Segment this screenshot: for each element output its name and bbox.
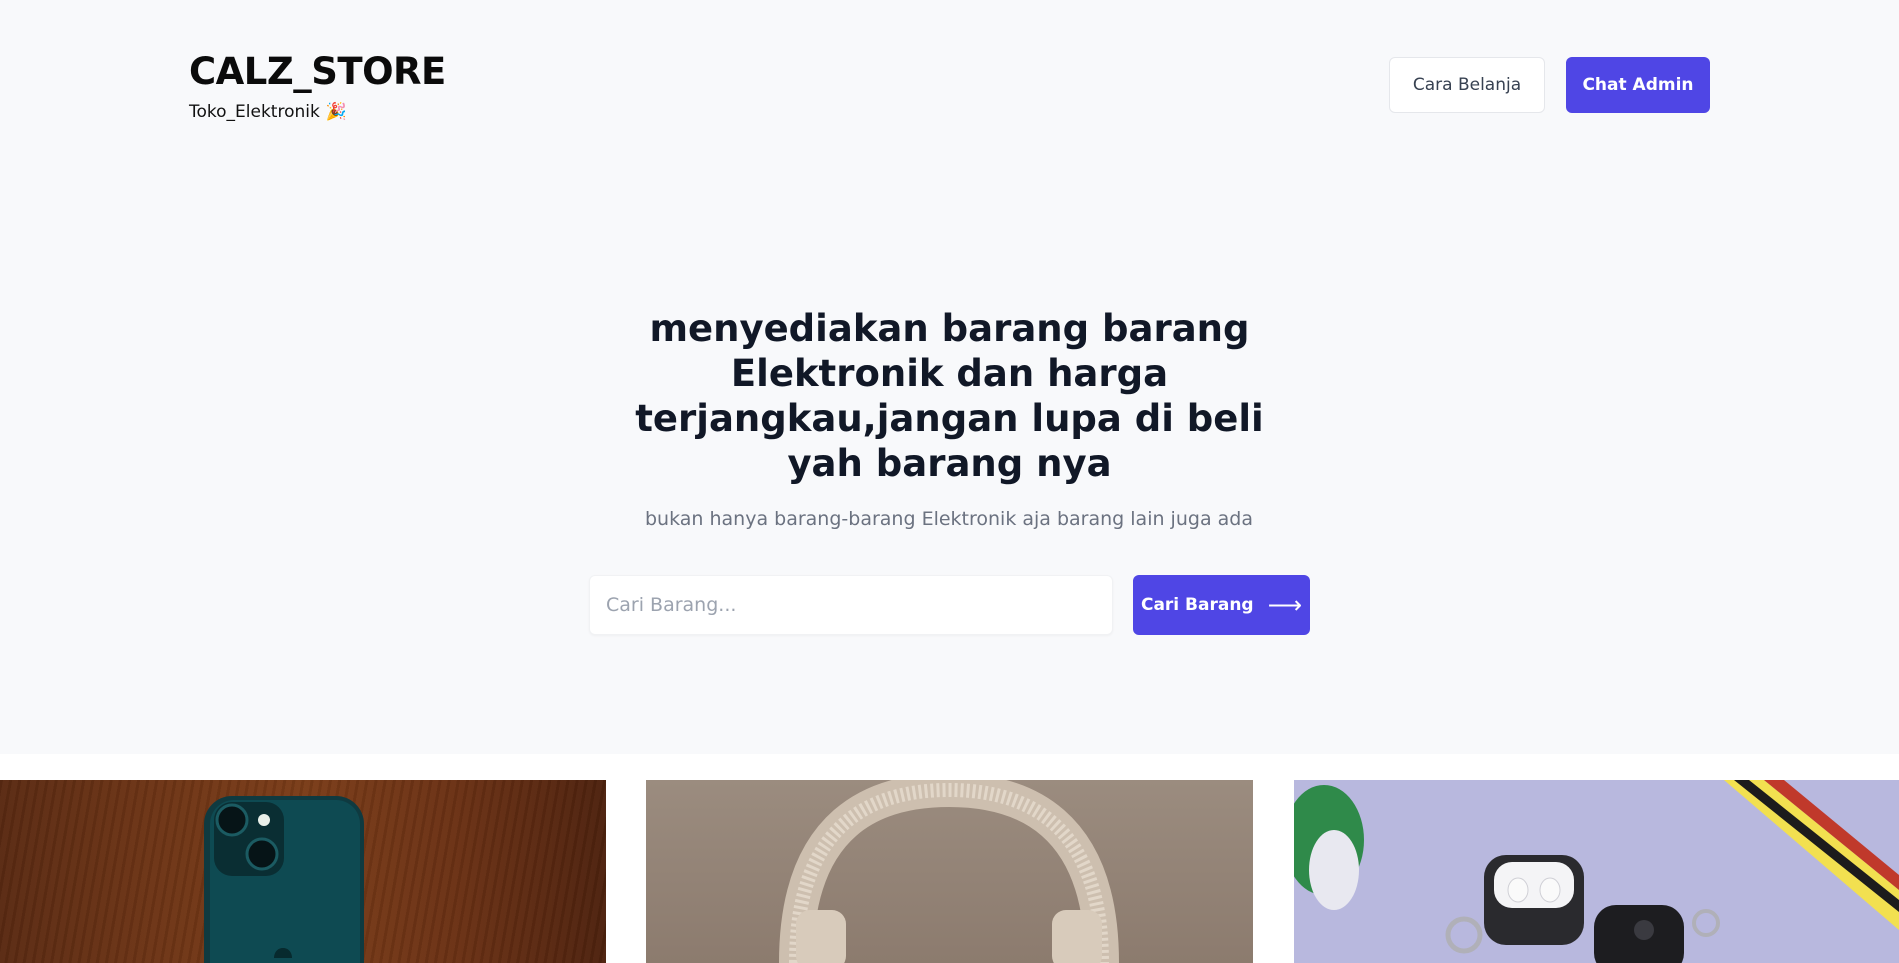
- smartphone-photo-card[interactable]: [0, 780, 606, 963]
- search-button-label: Cari Barang: [1140, 595, 1254, 615]
- brand-subtitle: Toko_Elektronik: [189, 102, 320, 122]
- brand: CALZ_STORE Toko_Elektronik 🎉: [189, 50, 446, 122]
- chat-admin-button[interactable]: Chat Admin: [1566, 57, 1710, 113]
- hero-subheadline: bukan hanya barang-barang Elektronik aja…: [645, 508, 1253, 530]
- search-input[interactable]: [589, 575, 1113, 635]
- hero-headline: menyediakan barang barang Elektronik dan…: [635, 307, 1264, 485]
- brand-logo-text[interactable]: CALZ_STORE: [189, 50, 446, 94]
- search-button[interactable]: Cari Barang ⟶: [1133, 575, 1310, 635]
- earbuds-case-photo-card[interactable]: [1294, 780, 1899, 963]
- arrow-right-icon: ⟶: [1267, 591, 1303, 619]
- headphones-photo-card[interactable]: [646, 780, 1253, 963]
- smartphone-icon: [204, 796, 364, 963]
- party-popper-icon: 🎉: [325, 102, 348, 122]
- headphones-icon: [779, 780, 1119, 963]
- earbuds-case-icon: [1294, 780, 1899, 963]
- hero-section: CALZ_STORE Toko_Elektronik 🎉 Cara Belanj…: [0, 0, 1899, 754]
- how-to-shop-button[interactable]: Cara Belanja: [1389, 57, 1545, 113]
- brand-tagline: Toko_Elektronik 🎉: [189, 102, 446, 122]
